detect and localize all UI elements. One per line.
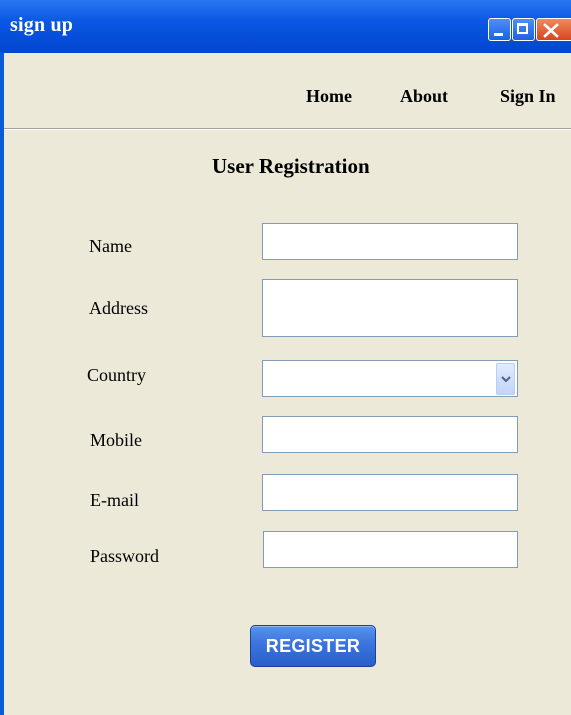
register-button[interactable]: REGISTER (250, 625, 376, 667)
password-field[interactable] (263, 531, 518, 568)
nav-link-sign-in[interactable]: Sign In (500, 86, 556, 107)
nav-bar: Home About Sign In (4, 53, 571, 129)
name-label: Name (89, 236, 132, 256)
form-heading: User Registration (212, 154, 370, 178)
address-label: Address (89, 298, 148, 318)
title-bar[interactable]: sign up (0, 0, 571, 53)
country-select[interactable] (262, 360, 518, 397)
email-field[interactable] (262, 474, 518, 511)
password-label: Password (90, 546, 160, 566)
mobile-label: Mobile (90, 430, 142, 450)
country-label: Country (87, 365, 147, 385)
minimize-icon[interactable] (488, 18, 511, 41)
signup-window: sign up Home About Sign In User Registra… (0, 0, 571, 715)
email-label: E-mail (90, 490, 139, 510)
chevron-down-icon[interactable] (496, 363, 515, 395)
close-icon[interactable] (536, 18, 571, 41)
name-field[interactable] (262, 223, 518, 260)
maximize-icon[interactable] (512, 18, 535, 41)
nav-link-home[interactable]: Home (306, 86, 352, 107)
window-title: sign up (10, 14, 74, 36)
nav-link-about[interactable]: About (400, 86, 448, 107)
mobile-field[interactable] (262, 416, 518, 453)
address-field[interactable] (262, 279, 518, 337)
